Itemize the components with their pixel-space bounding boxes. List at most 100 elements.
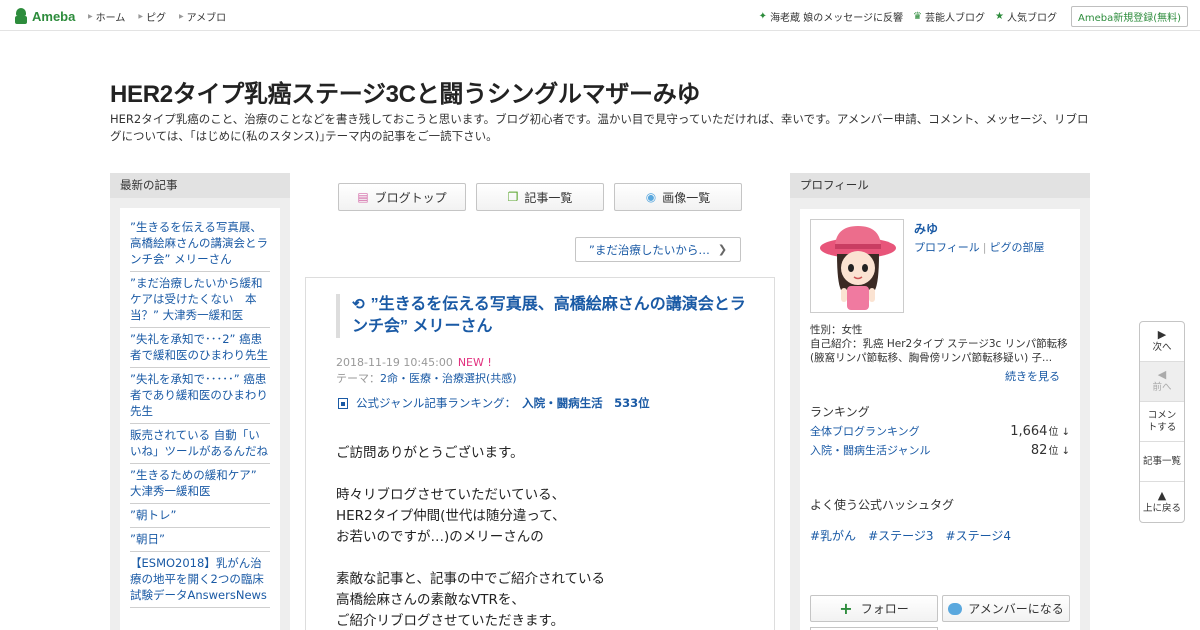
back-to-top-button[interactable]: ▲ 上に戻る <box>1140 482 1184 522</box>
ameba-logo-text: Ameba <box>32 8 76 24</box>
profile-links: プロフィール | ピグの部屋 <box>914 239 1045 255</box>
genre-ranking[interactable]: 公式ジャンル記事ランキング： 入院・闘病生活 533位 <box>338 395 650 411</box>
read-more-link[interactable]: 続きを見る <box>1005 368 1060 384</box>
rank-unit: 位 ↓ <box>1048 446 1070 457</box>
copy-icon: ❐ <box>507 190 519 204</box>
blog-description: HER2タイプ乳癌のこと、治療のことなどを書き残しておこうと思います。ブログ初心… <box>110 112 1089 143</box>
crown-icon: ♛ <box>913 11 923 22</box>
article-title[interactable]: ⟲ ”生きるを伝える写真展、高橋絵麻さんの講演会とランチ会” メリーさん <box>352 294 746 338</box>
popular-blog-link[interactable]: ★ 人気ブログ <box>995 9 1057 24</box>
nav-ameblo[interactable]: ▶ アメブロ <box>179 9 226 24</box>
ranking-row-overall: 全体ブログランキング 1,664位 ↓ <box>810 423 1070 439</box>
ranking-genre: 入院・闘病生活 533位 <box>522 396 650 410</box>
genre-ranking-link[interactable]: 入院・闘病生活ジャンル <box>810 442 930 458</box>
recent-article-item[interactable]: 【ESMO2018】乳がん治療の地平を開く2つの臨床試験データAnswersNe… <box>130 552 270 608</box>
recent-article-item[interactable]: ”失礼を承知で･････” 癌患者であり緩和医のひまわり先生 <box>130 368 270 424</box>
recent-article-item[interactable]: ”生きるための緩和ケア” 大津秀一緩和医 <box>130 464 270 504</box>
plus-icon: + <box>839 599 853 618</box>
article: ⟲ ”生きるを伝える写真展、高橋絵麻さんの講演会とランチ会” メリーさん 2018… <box>305 277 775 630</box>
ranking-heading: ランキング <box>810 405 870 419</box>
blog-tabs: ▤ ブログトップ ❐ 記事一覧 ◉ 画像一覧 <box>338 183 752 211</box>
news-link[interactable]: ✦ 海老蔵 娘のメッセージに反響 <box>759 9 903 24</box>
pigg-room-link[interactable]: ピグの部屋 <box>990 241 1045 254</box>
recent-articles-list: ”生きるを伝える写真展、高橋絵麻さんの講演会とランチ会” メリーさん ”まだ治療… <box>120 208 280 630</box>
arrow-up-icon: ▲ <box>1157 488 1167 502</box>
theme-link[interactable]: 2命・医療・治療選択(共感) <box>380 372 517 385</box>
follow-button[interactable]: + フォロー <box>810 595 938 622</box>
ameba-logo[interactable]: Ameba <box>13 7 75 25</box>
triangle-right-icon: ▶ <box>178 13 184 20</box>
profile-link[interactable]: プロフィール <box>914 241 980 254</box>
recent-article-item[interactable]: ”まだ治療したいから緩和ケアは受けたくない 本当？” 大津秀一緩和医 <box>130 272 270 328</box>
profile-name[interactable]: みゆ <box>914 220 938 237</box>
article-body: ご訪問ありがとうございます。 時々リブログさせていただいている、 HER2タイプ… <box>336 443 605 630</box>
sparkle-icon: ✦ <box>758 11 768 22</box>
star-icon: ★ <box>995 11 1004 22</box>
hashtag-link[interactable]: #ステージ4 <box>946 527 1011 544</box>
article-list-button[interactable]: ❐ 記事一覧 <box>476 183 604 211</box>
profile-gender: 性別：女性 <box>810 324 863 336</box>
next-article-button[interactable]: ▶ 次へ <box>1140 322 1184 362</box>
comment-button[interactable]: コメントする <box>1140 402 1184 442</box>
amember-button[interactable]: アメンバーになる <box>942 595 1070 622</box>
profile-heading: プロフィール <box>790 173 1090 198</box>
previous-article-link[interactable]: ”まだ治療したいから… ❯ <box>575 237 741 262</box>
chevron-right-icon: ❯ <box>717 243 728 256</box>
article-title-block: ⟲ ”生きるを伝える写真展、高橋絵麻さんの講演会とランチ会” メリーさん <box>336 294 746 338</box>
body-line <box>336 548 605 569</box>
new-badge: NEW ! <box>457 356 492 369</box>
camera-icon: ◉ <box>645 190 657 204</box>
recent-article-item[interactable]: ”朝日” <box>130 528 270 552</box>
triangle-right-icon: ▶ <box>138 13 143 20</box>
prev-article-button[interactable]: ◀ 前へ <box>1140 362 1184 402</box>
body-line: お若いのですが…)のメリーさんの <box>336 529 544 545</box>
overall-ranking-link[interactable]: 全体ブログランキング <box>810 423 920 439</box>
body-line: 高橋絵麻さんの素敵なVTRを、 <box>336 592 525 608</box>
ranking-row-genre: 入院・闘病生活ジャンル 82位 ↓ <box>810 442 1070 458</box>
nav-home[interactable]: ▶ ホーム <box>88 9 125 24</box>
theme-label: テーマ： <box>336 372 380 385</box>
arrow-right-icon: ▶ <box>1157 328 1167 341</box>
hashtag-link[interactable]: #乳がん <box>810 527 856 544</box>
body-line <box>336 464 605 485</box>
recent-article-item[interactable]: ”失礼を承知で･･･2” 癌患者で緩和医のひまわり先生 <box>130 328 270 368</box>
blog-top-button[interactable]: ▤ ブログトップ <box>338 183 466 211</box>
article-meta: 2018-11-19 10:45:00 NEW ! テーマ：2命・医療・治療選択(… <box>336 355 517 387</box>
overall-ranking-value: 1,664 <box>1010 424 1048 439</box>
header-links: ✦ 海老蔵 娘のメッセージに反響 ♛ 芸能人ブログ ★ 人気ブログ Ameba新規登録… <box>749 6 1188 27</box>
blog-title[interactable]: HER2タイプ乳癌ステージ3Cと闘うシングルマザーみゆ <box>110 74 700 109</box>
genre-ranking-value: 82 <box>1030 443 1048 458</box>
image-list-button[interactable]: ◉ 画像一覧 <box>614 183 742 211</box>
avatar[interactable] <box>810 219 904 313</box>
right-sidebar: プロフィール みゆ プロフィール | ピグの部屋 性別：女性 自己紹介：乳癌 H… <box>790 173 1090 630</box>
register-button[interactable]: Ameba新規登録(無料) <box>1070 6 1188 27</box>
avatar-image <box>820 226 896 310</box>
recent-article-item[interactable]: ”生きるを伝える写真展、高橋絵麻さんの講演会とランチ会” メリーさん <box>130 216 270 272</box>
body-line: ご訪問ありがとうございます。 <box>336 445 524 461</box>
hashtag-list: #乳がん #ステージ3 #ステージ4 <box>810 527 1023 544</box>
rank-unit: 位 ↓ <box>1048 427 1070 438</box>
ranking-icon <box>338 397 348 409</box>
floating-nav: ▶ 次へ ◀ 前へ コメントする 記事一覧 ▲ 上に戻る <box>1139 321 1185 523</box>
celeb-blog-link[interactable]: ♛ 芸能人ブログ <box>913 9 985 24</box>
article-list-float-button[interactable]: 記事一覧 <box>1140 442 1184 482</box>
profile-intro: 自己紹介：乳癌 Her2タイプ ステージ3c リンパ節転移 (腋窩リンパ節転移、… <box>810 338 1068 364</box>
reblog-icon: ⟲ <box>352 296 365 313</box>
profile-box: みゆ プロフィール | ピグの部屋 性別：女性 自己紹介：乳癌 Her2タイプ ステ… <box>800 209 1080 630</box>
triangle-right-icon: ▶ <box>88 13 93 20</box>
global-nav: ▶ ホーム ▶ ピグ ▶ アメブロ <box>88 9 239 24</box>
nav-pigg[interactable]: ▶ ピグ <box>138 9 166 24</box>
recent-article-item[interactable]: ”朝トレ” <box>130 504 270 528</box>
recent-articles-heading: 最新の記事 <box>110 173 290 198</box>
arrow-left-icon: ◀ <box>1157 368 1167 381</box>
document-icon: ▤ <box>357 190 369 204</box>
profile-info: 性別：女性 自己紹介：乳癌 Her2タイプ ステージ3c リンパ節転移 (腋窩リ… <box>810 323 1072 365</box>
recent-article-item[interactable]: 販売されている 自動「いいね」ツールがあるんだね <box>130 424 270 464</box>
body-line: 時々リブログさせていただいている、 <box>336 487 566 503</box>
global-header: Ameba ▶ ホーム ▶ ピグ ▶ アメブロ ✦ 海老蔵 娘のメッセージに反響 ♛ 芸能… <box>0 0 1200 31</box>
body-line: 素敵な記事と、記事の中でご紹介されている <box>336 571 606 587</box>
hashtag-link[interactable]: #ステージ3 <box>868 527 933 544</box>
article-date: 2018-11-19 10:45:00 <box>336 356 453 369</box>
body-line: ご紹介リブログさせていただきます。 <box>336 613 565 629</box>
ameba-logo-icon <box>13 8 29 24</box>
